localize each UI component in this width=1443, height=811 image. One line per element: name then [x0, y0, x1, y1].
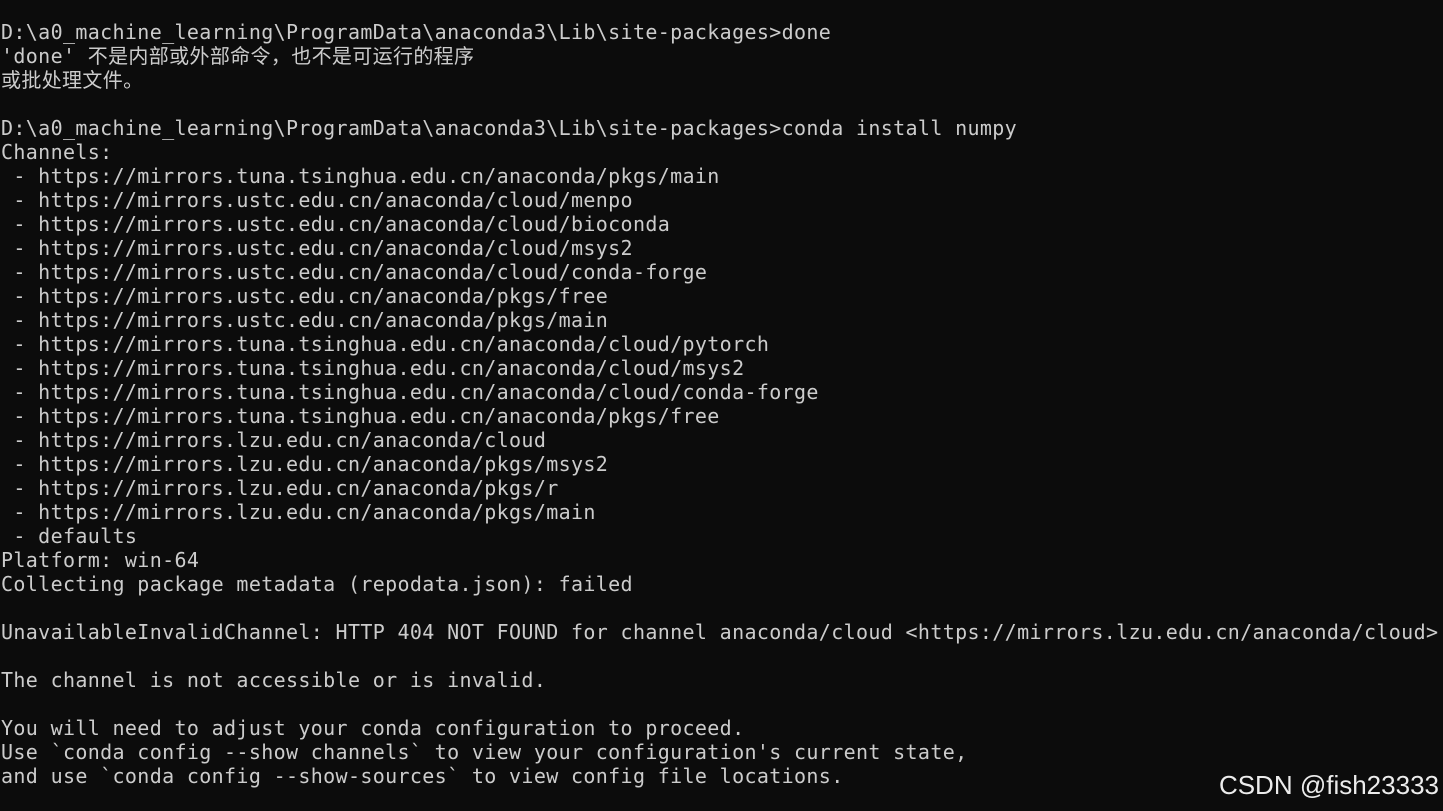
console-line: The channel is not accessible or is inva…: [1, 668, 547, 692]
console-line: - https://mirrors.lzu.edu.cn/anaconda/pk…: [1, 452, 609, 476]
console-line: 'done' 不是内部或外部命令，也不是可运行的程序: [1, 44, 475, 68]
console-line: - https://mirrors.ustc.edu.cn/anaconda/p…: [1, 308, 609, 332]
console-line: Collecting package metadata (repodata.js…: [1, 572, 633, 596]
console-line: - defaults: [1, 524, 138, 548]
console-line: - https://mirrors.ustc.edu.cn/anaconda/p…: [1, 284, 609, 308]
csdn-watermark: CSDN @fish23333: [1218, 770, 1439, 800]
console-line: Platform: win-64: [1, 548, 200, 572]
console-line: Use `conda config --show channels` to vi…: [1, 740, 968, 764]
console-line: - https://mirrors.tuna.tsinghua.edu.cn/a…: [1, 404, 720, 428]
console-line: - https://mirrors.tuna.tsinghua.edu.cn/a…: [1, 164, 720, 188]
console-line: - https://mirrors.tuna.tsinghua.edu.cn/a…: [1, 332, 770, 356]
console-line: D:\a0_machine_learning\ProgramData\anaco…: [1, 116, 1018, 140]
console-output: D:\a0_machine_learning\ProgramData\anaco…: [1, 20, 1443, 788]
console-line: D:\a0_machine_learning\ProgramData\anaco…: [1, 20, 832, 44]
console-line: - https://mirrors.tuna.tsinghua.edu.cn/a…: [1, 356, 745, 380]
console-line: Channels:: [1, 140, 113, 164]
console-line: - https://mirrors.ustc.edu.cn/anaconda/c…: [1, 236, 633, 260]
console-line: UnavailableInvalidChannel: HTTP 404 NOT …: [1, 620, 1439, 644]
console-line: - https://mirrors.tuna.tsinghua.edu.cn/a…: [1, 380, 819, 404]
console-line: - https://mirrors.lzu.edu.cn/anaconda/pk…: [1, 476, 559, 500]
console-line: 或批处理文件。: [1, 68, 144, 92]
console-line: - https://mirrors.ustc.edu.cn/anaconda/c…: [1, 188, 633, 212]
console-line: - https://mirrors.ustc.edu.cn/anaconda/c…: [1, 260, 708, 284]
console-line: - https://mirrors.ustc.edu.cn/anaconda/c…: [1, 212, 671, 236]
console-line: - https://mirrors.lzu.edu.cn/anaconda/pk…: [1, 500, 596, 524]
console-line: - https://mirrors.lzu.edu.cn/anaconda/cl…: [1, 428, 547, 452]
terminal-console[interactable]: D:\a0_machine_learning\ProgramData\anaco…: [0, 0, 1443, 811]
console-line: You will need to adjust your conda confi…: [1, 716, 745, 740]
